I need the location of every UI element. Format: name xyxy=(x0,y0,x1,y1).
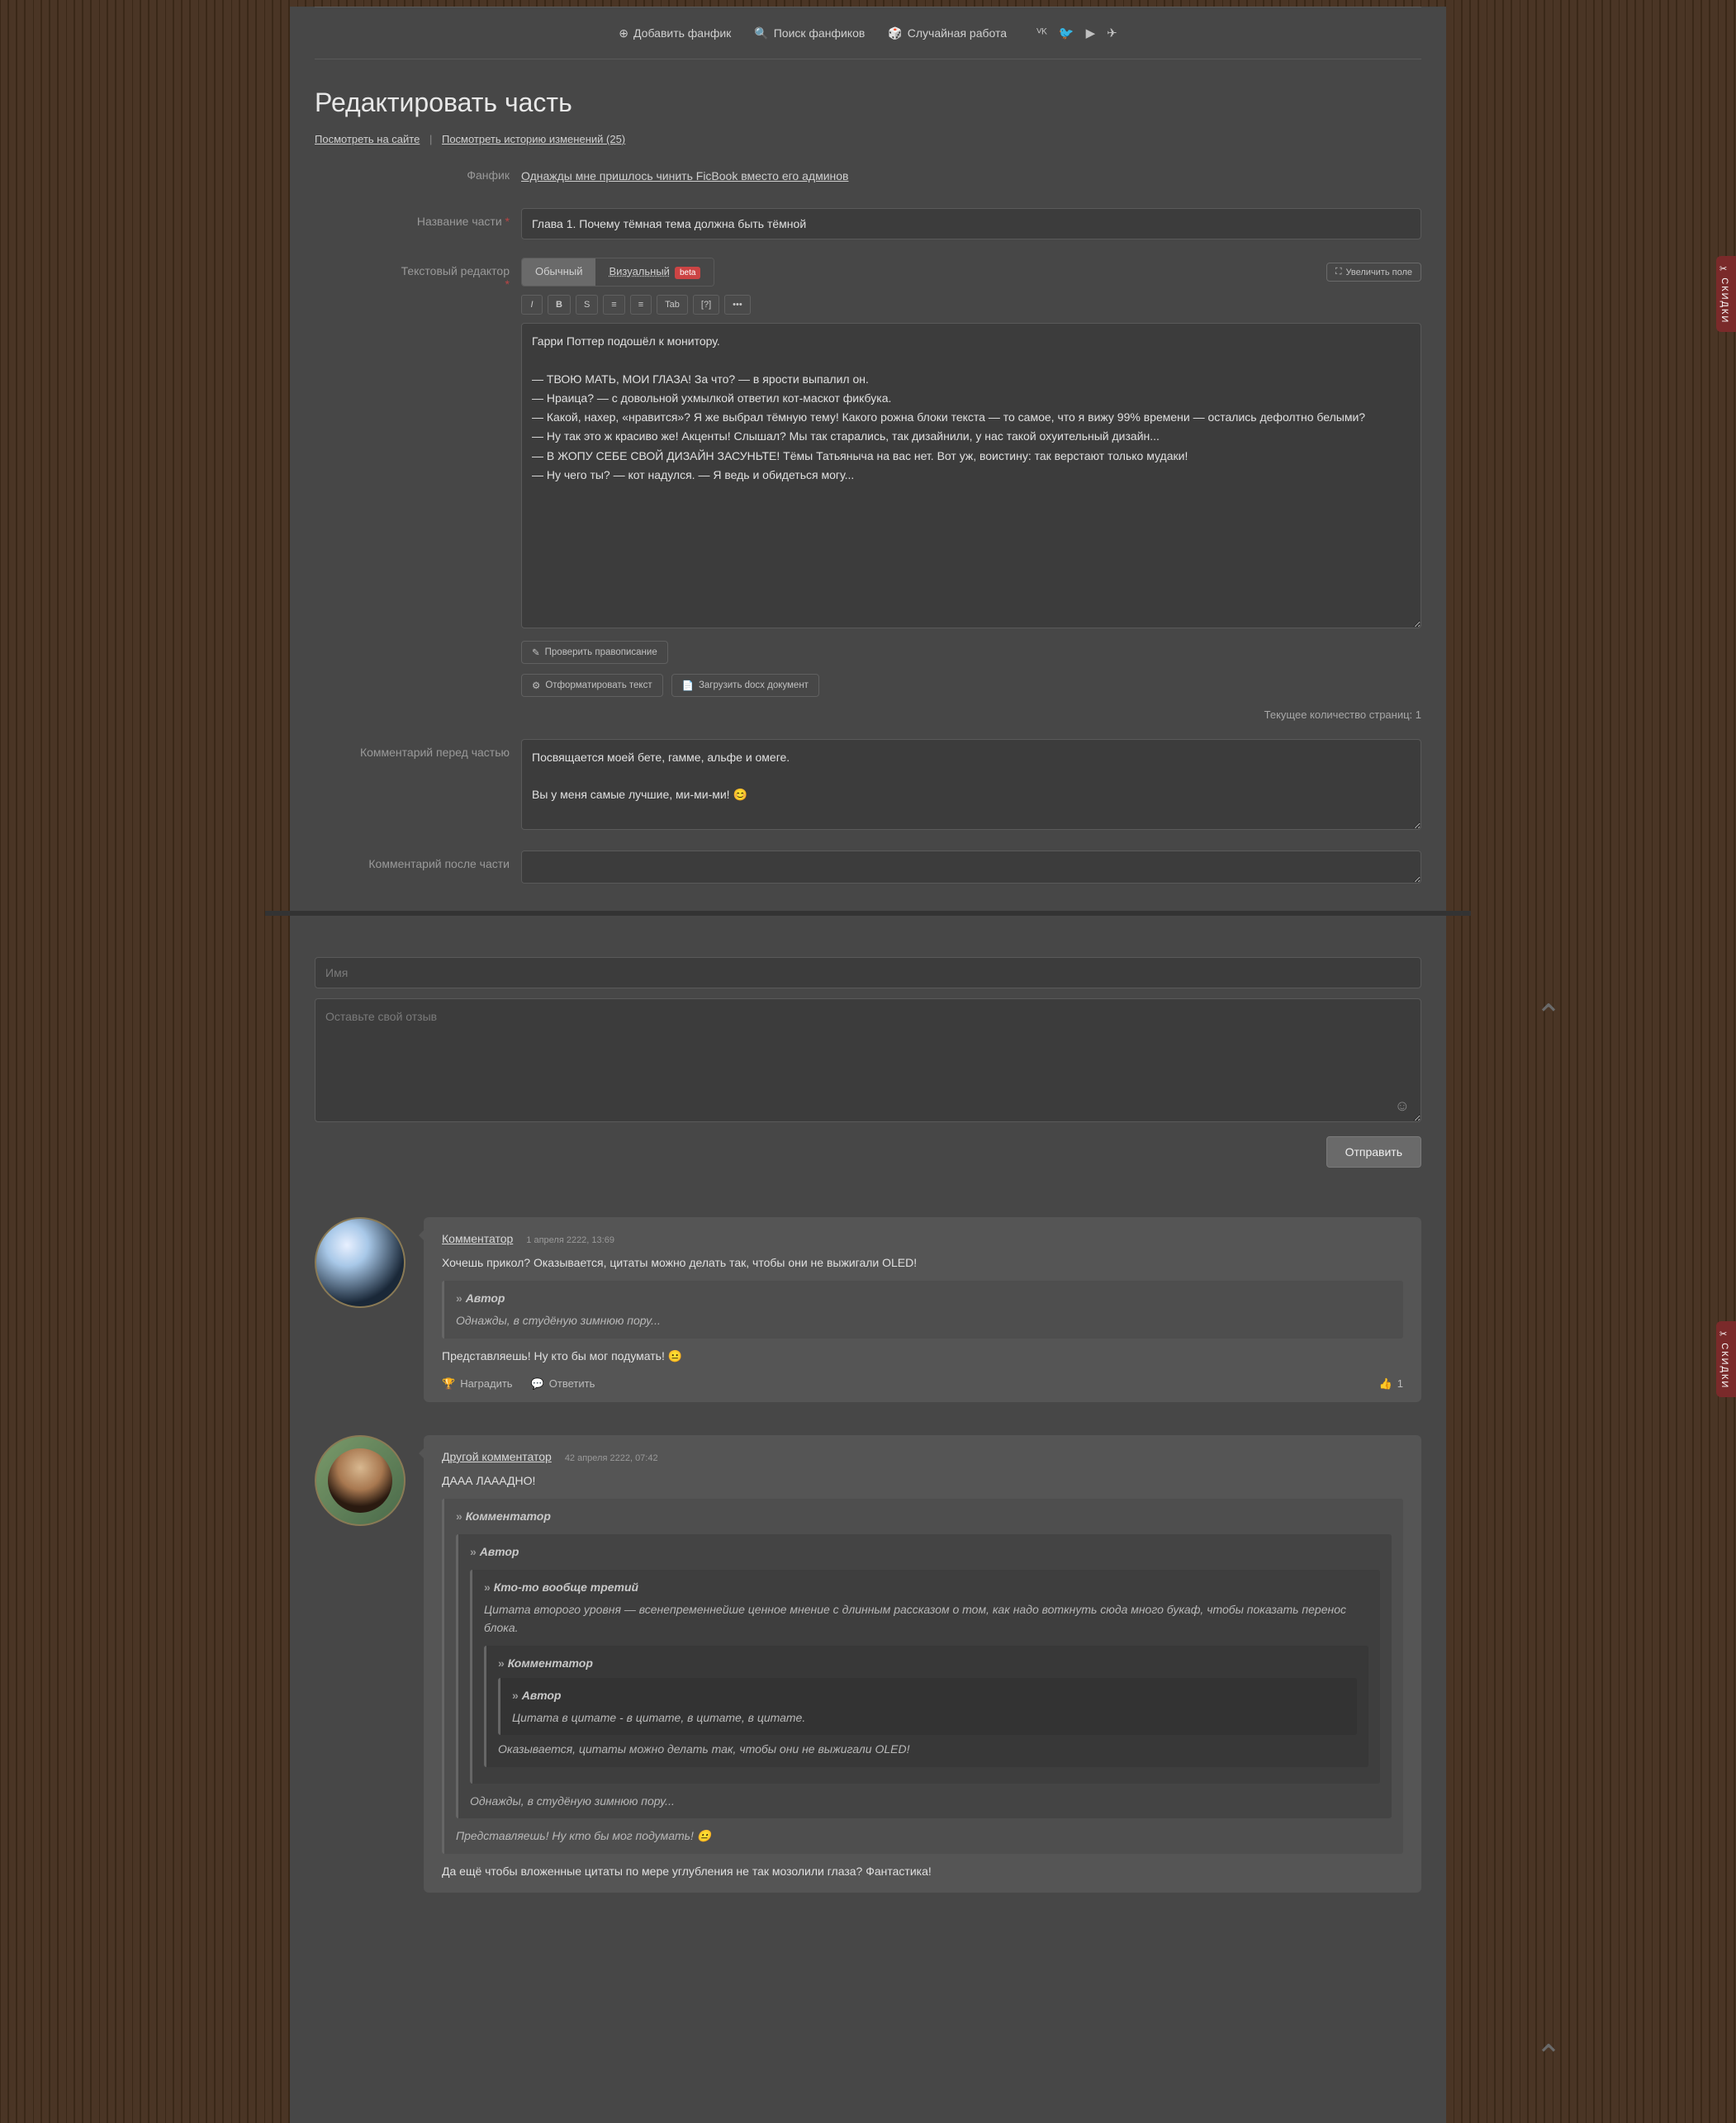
tab-plain[interactable]: Обычный xyxy=(522,258,595,286)
quote-author: Автор xyxy=(512,1686,1345,1705)
reply-icon: 💬 xyxy=(531,1377,544,1391)
italic-button[interactable]: I xyxy=(521,295,543,315)
nav-random[interactable]: 🎲Случайная работа xyxy=(888,26,1007,40)
quote-block: Кто-то вообще третий Цитата второго уров… xyxy=(470,1570,1380,1784)
discounts-tab[interactable]: СКИДКИ xyxy=(1716,1321,1736,1397)
view-on-site-link[interactable]: Посмотреть на сайте xyxy=(315,133,420,145)
scroll-top-button[interactable]: ⌃ xyxy=(1535,2038,1562,2075)
commenter-name-link[interactable]: Другой комментатор xyxy=(442,1450,552,1463)
discounts-tab[interactable]: СКИДКИ xyxy=(1716,256,1736,332)
more-button[interactable]: ••• xyxy=(724,295,751,315)
scroll-top-button[interactable]: ⌃ xyxy=(1535,998,1562,1035)
label-chapter-title: Название части * xyxy=(315,208,521,228)
quote-text: Однажды, в студёную зимнюю пору... xyxy=(470,1792,1380,1810)
reviewer-name-input[interactable] xyxy=(315,957,1421,988)
dice-icon: 🎲 xyxy=(888,26,902,40)
quote-author: Автор xyxy=(470,1542,1380,1561)
editor-toolbar: I B S ≡ ≡ Tab [?] ••• xyxy=(521,295,1421,315)
comment-text: Представляешь! Ну кто бы мог подумать! 😐 xyxy=(442,1347,1403,1366)
beta-badge: beta xyxy=(675,267,700,279)
trophy-icon: 🏆 xyxy=(442,1377,455,1391)
thumbs-up-icon: 👍 xyxy=(1379,1377,1392,1391)
avatar[interactable] xyxy=(315,1217,406,1308)
comment-date: 42 апреля 2222, 07:42 xyxy=(565,1453,658,1463)
youtube-icon[interactable]: ▶ xyxy=(1086,26,1096,40)
format-text-button[interactable]: ⚙Отформатировать текст xyxy=(521,674,663,697)
quote-block: Автор Цитата в цитате - в цитате, в цита… xyxy=(498,1678,1357,1735)
tab-visual[interactable]: Визуальныйbeta xyxy=(595,258,714,286)
send-review-button[interactable]: Отправить xyxy=(1326,1136,1421,1168)
help-button[interactable]: [?] xyxy=(693,295,719,315)
tab-button[interactable]: Tab xyxy=(657,295,688,315)
emoji-picker-icon[interactable]: ☺ xyxy=(1395,1097,1410,1115)
quote-block: Комментатор Автор Цитата в цитате - в ци… xyxy=(484,1646,1368,1767)
comment-text: Хочешь прикол? Оказывается, цитаты можно… xyxy=(442,1253,1403,1272)
chapter-title-input[interactable] xyxy=(521,208,1421,239)
comment-after-textarea[interactable] xyxy=(521,851,1421,884)
view-history-link[interactable]: Посмотреть историю изменений (25) xyxy=(442,133,625,145)
comment: Другой комментатор 42 апреля 2222, 07:42… xyxy=(315,1435,1421,1893)
format-icon: ⚙ xyxy=(532,680,540,691)
label-editor: Текстовый редактор* xyxy=(315,258,521,291)
comment: Комментатор 1 апреля 2222, 13:69 Хочешь … xyxy=(315,1217,1421,1402)
expand-field-button[interactable]: ⛶Увеличить поле xyxy=(1326,263,1421,282)
nav-add-fanfic[interactable]: ⊕Добавить фанфик xyxy=(619,26,731,40)
quote-text: Оказывается, цитаты можно делать так, чт… xyxy=(498,1740,1357,1758)
plus-circle-icon: ⊕ xyxy=(619,26,628,40)
label-fanfic: Фанфик xyxy=(315,162,521,182)
quote-author: Комментатор xyxy=(498,1654,1357,1673)
twitter-icon[interactable]: 🐦 xyxy=(1059,26,1074,40)
quote-text: Цитата в цитате - в цитате, в цитате, в … xyxy=(512,1708,1345,1727)
quote-text: Однажды, в студёную зимнюю пору... xyxy=(456,1311,1392,1329)
sub-links: Посмотреть на сайте | Посмотреть историю… xyxy=(315,133,1421,145)
quote-author: Кто-то вообще третий xyxy=(484,1578,1368,1597)
label-comment-before: Комментарий перед частью xyxy=(315,739,521,759)
top-nav: ⊕Добавить фанфик 🔍Поиск фанфиков 🎲Случай… xyxy=(315,14,1421,52)
avatar[interactable] xyxy=(315,1435,406,1526)
comment-text: Да ещё чтобы вложенные цитаты по мере уг… xyxy=(442,1862,1403,1881)
editor-tabs: Обычный Визуальныйbeta xyxy=(521,258,714,287)
quote-block: Автор Кто-то вообще третий Цитата второг… xyxy=(456,1534,1392,1818)
bold-button[interactable]: B xyxy=(548,295,571,315)
align-center-button[interactable]: ≡ xyxy=(630,295,652,315)
align-left-button[interactable]: ≡ xyxy=(603,295,624,315)
fanfic-link[interactable]: Однажды мне пришлось чинить FicBook вмес… xyxy=(521,169,848,182)
strike-button[interactable]: S xyxy=(576,295,598,315)
like-button[interactable]: 👍1 xyxy=(1379,1377,1403,1391)
spellcheck-button[interactable]: ✎Проверить правописание xyxy=(521,641,668,664)
comment-date: 1 апреля 2222, 13:69 xyxy=(526,1235,614,1245)
reward-button[interactable]: 🏆Наградить xyxy=(442,1377,513,1391)
upload-icon: 📄 xyxy=(682,680,694,691)
upload-docx-button[interactable]: 📄Загрузить docx документ xyxy=(671,674,819,697)
quote-text: Цитата второго уровня — всенепременнейше… xyxy=(484,1600,1368,1637)
comment-text: ДААА ЛАААДНО! xyxy=(442,1471,1403,1490)
quote-block: Комментатор Автор Кто-то вообще третий Ц… xyxy=(442,1499,1403,1854)
label-comment-after: Комментарий после части xyxy=(315,851,521,870)
search-icon: 🔍 xyxy=(754,26,768,40)
editor-textarea[interactable] xyxy=(521,323,1421,628)
commenter-name-link[interactable]: Комментатор xyxy=(442,1232,513,1245)
page-title: Редактировать часть xyxy=(315,88,1421,118)
quote-author: Автор xyxy=(456,1289,1392,1308)
section-divider xyxy=(265,911,1471,916)
reply-button[interactable]: 💬Ответить xyxy=(531,1377,595,1391)
quote-author: Комментатор xyxy=(456,1507,1392,1526)
nav-search[interactable]: 🔍Поиск фанфиков xyxy=(754,26,865,40)
comment-before-textarea[interactable] xyxy=(521,739,1421,830)
vk-icon[interactable]: ⱽᴷ xyxy=(1036,26,1047,40)
review-textarea[interactable] xyxy=(315,998,1421,1122)
spellcheck-icon: ✎ xyxy=(532,647,540,658)
quote-block: Автор Однажды, в студёную зимнюю пору... xyxy=(442,1281,1403,1338)
telegram-icon[interactable]: ✈ xyxy=(1107,26,1117,40)
expand-icon: ⛶ xyxy=(1335,267,1342,277)
quote-text: Представляешь! Ну кто бы мог подумать! 😐 xyxy=(456,1827,1392,1845)
page-count: Текущее количество страниц: 1 xyxy=(521,708,1421,721)
